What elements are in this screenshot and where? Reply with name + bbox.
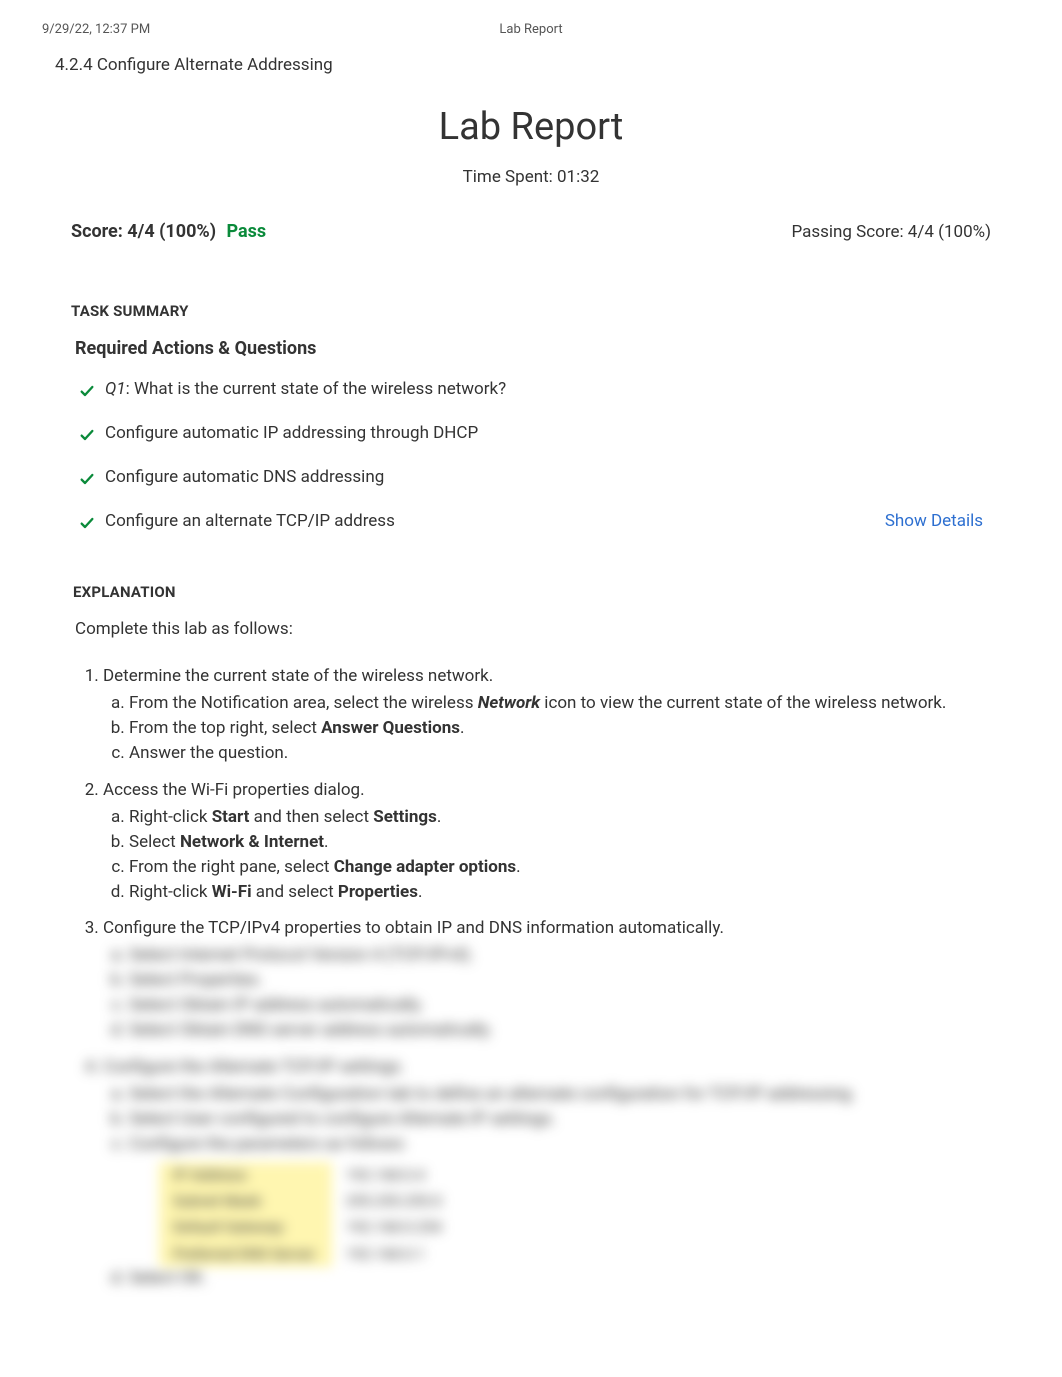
task-text: Configure an alternate TCP/IP address	[105, 511, 857, 531]
time-spent: Time Spent: 01:32	[55, 159, 1007, 217]
print-timestamp: 9/29/22, 12:37 PM	[42, 22, 368, 37]
task-text: Configure automatic IP addressing throug…	[105, 423, 983, 443]
step: Determine the current state of the wirel…	[103, 665, 989, 765]
step: Access the Wi-Fi properties dialog.Right…	[103, 779, 989, 904]
substep-hidden: Select Obtain IP address automatically.	[129, 994, 989, 1017]
table-cell: Subnet Mask:	[159, 1188, 332, 1214]
page-title: Lab Report	[55, 81, 1007, 159]
table-cell: Default Gateway:	[159, 1214, 332, 1240]
step-hidden: Configure the Alternate TCP/IP settings.…	[103, 1056, 989, 1290]
substep-hidden: Configure the parameters as follows:	[129, 1133, 989, 1156]
substep: Right-click Wi-Fi and select Properties.	[129, 881, 989, 904]
table-cell: 192.168.0.1	[332, 1241, 456, 1267]
substep: Select Network & Internet.	[129, 831, 989, 854]
substep: Right-click Start and then select Settin…	[129, 806, 989, 829]
substep: From the top right, select Answer Questi…	[129, 717, 989, 740]
score-value: Score: 4/4 (100%)	[71, 221, 216, 242]
task-text: Configure automatic DNS addressing	[105, 467, 983, 487]
explanation-heading: EXPLANATION	[73, 577, 989, 613]
substep: Answer the question.	[129, 742, 989, 765]
task-text: Q1: What is the current state of the wir…	[105, 379, 983, 399]
task-row: Configure an alternate TCP/IP address Sho…	[71, 503, 991, 541]
status-badge: Pass	[227, 221, 267, 242]
check-icon	[79, 471, 95, 487]
explanation-intro: Complete this lab as follows:	[73, 613, 989, 665]
substep: From the Notification area, select the w…	[129, 692, 989, 715]
breadcrumb: 4.2.4 Configure Alternate Addressing	[0, 47, 1062, 81]
table-cell: 192.168.0.4	[332, 1162, 456, 1188]
substep-hidden: Select Obtain DNS server address automat…	[129, 1019, 989, 1042]
passing-score: Passing Score: 4/4 (100%)	[791, 222, 991, 242]
step: Configure the TCP/IPv4 properties to obt…	[103, 917, 989, 1042]
substep-hidden: Select User configured to configure Alte…	[129, 1108, 989, 1131]
task-summary-heading: TASK SUMMARY	[55, 282, 1007, 332]
check-icon	[79, 383, 95, 399]
table-cell: Preferred DNS Server:	[159, 1241, 332, 1267]
check-icon	[79, 515, 95, 531]
show-details-link[interactable]: Show Details	[885, 511, 983, 531]
table-cell: 255.255.255.0	[332, 1188, 456, 1214]
required-actions-heading: Required Actions & Questions	[55, 332, 1007, 371]
print-doc-title: Lab Report	[368, 22, 694, 37]
substep-hidden: Select the Alternate Configuration tab t…	[129, 1083, 989, 1106]
task-row: Configure automatic IP addressing throug…	[71, 415, 991, 453]
check-icon	[79, 427, 95, 443]
substep: From the right pane, select Change adapt…	[129, 856, 989, 879]
substep-hidden: Select Internet Protocol Version 4 (TCP/…	[129, 944, 989, 967]
task-row: Q1: What is the current state of the wir…	[71, 371, 991, 409]
substep-hidden: Select Properties.	[129, 969, 989, 992]
table-cell: 192.168.0.254	[332, 1214, 456, 1240]
task-row: Configure automatic DNS addressing	[71, 459, 991, 497]
substep-hidden: Select OK.	[129, 1267, 989, 1290]
table-cell: IP Address:	[159, 1162, 332, 1188]
